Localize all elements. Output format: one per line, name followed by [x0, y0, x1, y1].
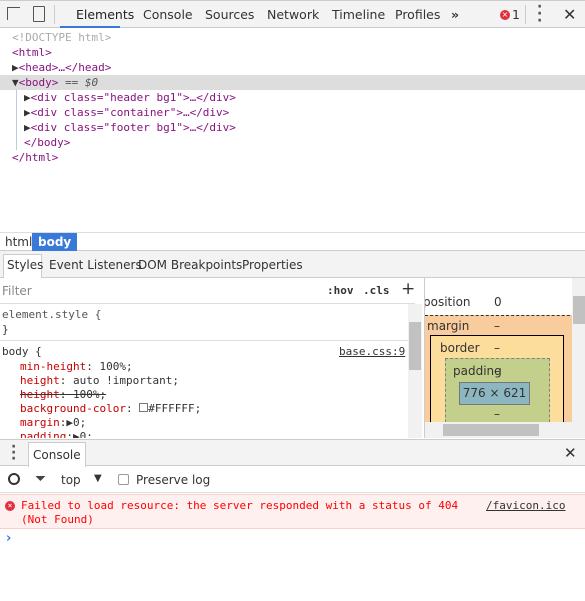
css-property[interactable]: margin:▶0; [20, 416, 86, 429]
box-model-pane: position 0 margin – border – padding – 7… [424, 278, 585, 438]
chevron-down-icon[interactable]: ▼ [94, 473, 102, 484]
collapse-triangle-icon[interactable]: ▼ [12, 76, 19, 89]
expand-triangle-icon[interactable]: ▶ [24, 106, 31, 119]
breadcrumb-html[interactable]: html [5, 235, 32, 249]
error-detail: (Not Found) [21, 513, 94, 526]
source-link[interactable]: base.css:9 [339, 345, 405, 358]
error-icon: × [5, 501, 15, 511]
hov-button[interactable]: :hov [327, 284, 354, 297]
tab-console[interactable]: Console [143, 7, 193, 22]
doctype-node[interactable]: <!DOCTYPE html> [12, 30, 111, 45]
expand-triangle-icon[interactable]: ▶ [24, 121, 31, 134]
padding-value[interactable]: – [494, 364, 500, 378]
margin-label: margin [427, 319, 470, 333]
more-options-icon[interactable]: · · · [537, 0, 542, 28]
preserve-log-label[interactable]: Preserve log [136, 473, 210, 487]
close-icon[interactable]: ✕ [563, 5, 576, 24]
clear-console-icon[interactable] [8, 473, 20, 485]
element-style-close: } [2, 323, 9, 336]
html-close-node[interactable]: </html> [12, 150, 58, 165]
css-property-overridden[interactable]: height: 100%; [20, 388, 106, 401]
expand-triangle-icon[interactable]: ▶ [24, 91, 31, 104]
tab-properties[interactable]: Properties [242, 258, 303, 272]
breadcrumb: html body [0, 232, 585, 251]
body-node[interactable]: ▼<body> == $0 [12, 75, 98, 90]
console-toolbar: ⏷ top ▼ Preserve log [0, 466, 585, 493]
drawer-menu-icon[interactable]: · · · [11, 440, 16, 466]
css-property[interactable]: background-color: #FFFFFF; [20, 402, 201, 415]
box-vscrollbar[interactable] [572, 278, 585, 438]
div-container-node[interactable]: ▶<div class="container">…</div> [24, 105, 229, 120]
console-input[interactable] [0, 529, 585, 601]
error-count[interactable]: 1 [512, 7, 520, 22]
css-property[interactable]: height: auto !important; [20, 374, 179, 387]
element-style-selector[interactable]: element.style { [2, 308, 101, 321]
border-label: border [440, 341, 480, 355]
tab-elements[interactable]: Elements [76, 7, 134, 22]
dom-tree: <!DOCTYPE html> <html> ▶<head>…</head> ▼… [0, 30, 585, 230]
error-source-link[interactable]: /favicon.ico [486, 499, 565, 512]
active-tab-indicator [60, 26, 120, 28]
tab-sources[interactable]: Sources [205, 7, 254, 22]
content-box[interactable]: 776 × 621 [459, 382, 530, 405]
context-select[interactable]: top [61, 473, 81, 487]
error-text: Failed to load resource: the server resp… [21, 499, 459, 512]
head-node[interactable]: ▶<head>…</head> [12, 60, 111, 75]
drawer-close-icon[interactable]: ✕ [564, 444, 577, 462]
inspect-element-icon[interactable] [7, 7, 20, 20]
device-toolbar-icon[interactable] [33, 6, 45, 22]
more-tabs-button[interactable]: » [451, 7, 459, 22]
divider [525, 5, 526, 24]
expand-triangle-icon[interactable]: ▶ [12, 61, 19, 74]
box-hscrollbar[interactable] [425, 422, 572, 438]
tab-dom-breakpoints[interactable]: DOM Breakpoints [138, 258, 242, 272]
console-error-message: × Failed to load resource: the server re… [0, 494, 585, 529]
margin-value[interactable]: – [494, 319, 500, 333]
divider [54, 5, 55, 24]
tab-network[interactable]: Network [267, 7, 319, 22]
tab-styles[interactable]: Styles [7, 258, 43, 272]
breadcrumb-body[interactable]: body [32, 233, 78, 251]
body-selector[interactable]: body { [2, 345, 42, 358]
styles-tabs: Styles Event Listeners DOM Breakpoints P… [0, 251, 585, 278]
devtools-toolbar: Elements Console Sources Network Timelin… [0, 0, 585, 28]
styles-scrollbar[interactable] [408, 304, 422, 438]
tab-event-listeners[interactable]: Event Listeners [49, 258, 142, 272]
preserve-log-checkbox[interactable] [118, 474, 129, 485]
position-label: position [424, 295, 471, 309]
filter-input[interactable]: Filter [2, 284, 32, 298]
body-close-node[interactable]: </body> [24, 135, 70, 150]
tab-profiles[interactable]: Profiles [395, 7, 440, 22]
drawer-tab-console[interactable]: Console [28, 442, 86, 467]
styles-filter-bar: Filter :hov .cls + [0, 278, 415, 304]
styles-pane: element.style { } body { base.css:9 min-… [0, 304, 408, 438]
border-value[interactable]: – [494, 341, 500, 355]
html-node[interactable]: <html> [12, 45, 52, 60]
tab-timeline[interactable]: Timeline [332, 7, 385, 22]
div-footer-node[interactable]: ▶<div class="footer bg1">…</div> [24, 120, 236, 135]
color-swatch[interactable] [139, 403, 149, 412]
indent-guide [16, 90, 17, 150]
css-property[interactable]: padding:▶0; [20, 430, 93, 438]
error-icon[interactable]: × [500, 10, 510, 20]
cls-button[interactable]: .cls [363, 284, 390, 297]
drawer-header: · · · Console ✕ [0, 439, 585, 467]
new-rule-button[interactable]: + [401, 279, 415, 299]
css-property[interactable]: min-height: 100%; [20, 360, 133, 373]
filter-icon[interactable]: ⏷ [35, 471, 46, 487]
padding-bottom-value[interactable]: – [494, 407, 500, 421]
div-header-node[interactable]: ▶<div class="header bg1">…</div> [24, 90, 236, 105]
position-value[interactable]: 0 [494, 295, 502, 309]
